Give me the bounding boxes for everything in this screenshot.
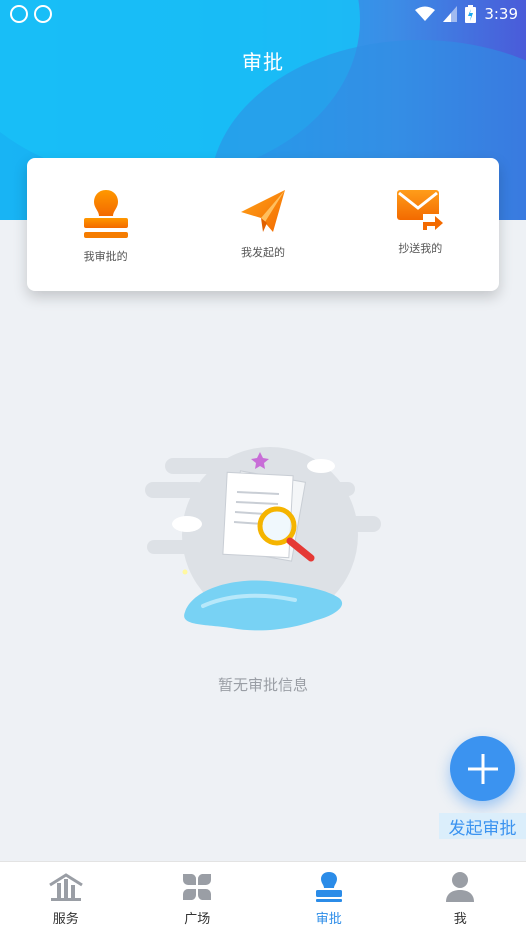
person-icon	[445, 871, 475, 903]
approval-icon	[314, 871, 344, 903]
empty-state-message: 暂无审批信息	[0, 674, 526, 695]
signal-icon	[443, 6, 457, 22]
mail-forward-icon	[395, 188, 445, 232]
tab-approval[interactable]: 审批	[263, 862, 395, 936]
clover-icon	[180, 871, 214, 903]
tab-label: 我	[454, 908, 467, 927]
quick-action-label: 抄送我的	[398, 240, 442, 256]
tab-label: 审批	[316, 908, 342, 927]
quick-action-my-approvals[interactable]: 我审批的	[27, 158, 184, 291]
tab-label: 服务	[53, 908, 79, 927]
quick-action-label: 我审批的	[84, 248, 128, 264]
tab-services[interactable]: 服务	[0, 862, 132, 936]
page-title: 审批	[0, 46, 526, 75]
status-bar: 3:39	[0, 0, 526, 30]
clock: 3:39	[484, 5, 518, 23]
empty-state-illustration	[145, 440, 385, 650]
quick-action-initiated[interactable]: 我发起的	[184, 158, 341, 291]
stamp-icon	[81, 188, 131, 240]
wifi-icon	[415, 6, 435, 22]
system-status: 3:39	[415, 5, 518, 23]
quick-actions-card: 我审批的 我发起的 抄送我的	[27, 158, 499, 291]
create-approval-fab[interactable]	[450, 736, 515, 801]
app-notification-icon	[34, 5, 52, 23]
quick-action-cc-me[interactable]: 抄送我的	[342, 158, 499, 291]
tab-label: 广场	[184, 908, 210, 927]
app-notification-icon	[10, 5, 28, 23]
tab-plaza[interactable]: 广场	[132, 862, 264, 936]
notification-icons	[10, 5, 52, 23]
battery-icon	[465, 5, 476, 23]
create-approval-label[interactable]: 发起审批	[439, 813, 526, 839]
building-icon	[48, 871, 84, 903]
paper-plane-icon	[239, 188, 287, 236]
bottom-tab-bar: 服务 广场 审批 我	[0, 861, 526, 936]
plus-icon	[466, 752, 500, 786]
tab-me[interactable]: 我	[395, 862, 526, 936]
quick-action-label: 我发起的	[241, 244, 285, 260]
